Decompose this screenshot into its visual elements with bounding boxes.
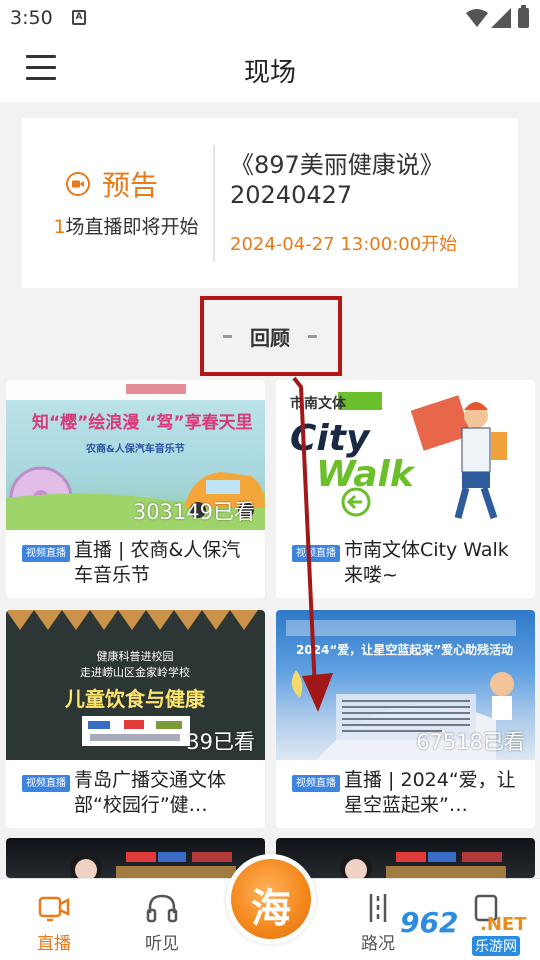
- replay-card[interactable]: 2024“爱，让星空蓝起来”爱心助残活动 67518已看 视频直播 直播 | 2…: [276, 610, 535, 828]
- divider: [213, 145, 215, 262]
- wifi-icon: [466, 9, 488, 27]
- thumbnail-art: [70, 852, 236, 878]
- view-count: 67518已看: [416, 730, 525, 754]
- thumb-walk: Walk: [316, 454, 416, 495]
- thumb-subhead: 农商&人保汽车音乐节: [85, 442, 185, 455]
- preview-program-title: 《897美丽健康说》20240427: [230, 151, 444, 209]
- status-time: 3:50: [10, 7, 53, 29]
- card-title: 直播 | 2024“爱，让星空蓝起来”…: [344, 769, 516, 816]
- card-title: 青岛广播交通文体部“校园行”健…: [74, 769, 227, 816]
- preview-count: 1: [53, 216, 66, 238]
- tab-live[interactable]: 直播: [14, 891, 94, 954]
- video-live-badge: 视频直播: [292, 545, 340, 562]
- page-title: 现场: [243, 58, 296, 88]
- replay-card-partial[interactable]: [276, 838, 535, 878]
- tab-label: 听见: [145, 934, 179, 954]
- video-live-badge: 视频直播: [22, 775, 70, 792]
- card-thumbnail: 2024“爱，让星空蓝起来”爱心助残活动 67518已看: [276, 610, 535, 760]
- preview-summary: 预告 1场直播即将开始: [22, 118, 214, 288]
- headphones-icon: [146, 894, 178, 923]
- app-header: 现场: [0, 36, 540, 102]
- notification-icon: A: [72, 10, 86, 25]
- thumb-headline: 2024“爱，让星空蓝起来”爱心助残活动: [296, 642, 513, 657]
- center-logo: 海: [251, 886, 291, 932]
- preview-start-time: 2024-04-27 13:00:00开始: [230, 234, 458, 255]
- thumb-line3: 儿童饮食与健康: [64, 687, 206, 711]
- battery-icon: [518, 5, 529, 28]
- thumb-line1: 健康科普进校园: [97, 649, 174, 663]
- watermark-number: 962: [400, 906, 459, 939]
- video-live-badge: 视频直播: [292, 775, 340, 792]
- card-thumbnail: [276, 838, 535, 878]
- tab-label: 直播: [37, 934, 71, 954]
- thumbnail-art: [340, 852, 506, 878]
- thumb-brand: 市南文体: [290, 395, 347, 412]
- video-camera-icon: [66, 172, 90, 196]
- preview-count-suffix: 场直播即将开始: [65, 216, 199, 238]
- card-thumbnail: 知“樱”绘浪漫 “驾”享春天里 农商&人保汽车音乐节 303149已看: [6, 380, 265, 530]
- thumb-line2: 走进崂山区金家岭学校: [80, 665, 190, 679]
- replay-card[interactable]: 市南文体 City Walk 视频直播 市南文体City Walk来喽~: [276, 380, 535, 598]
- card-thumbnail: 市南文体 City Walk: [276, 380, 535, 530]
- replay-card[interactable]: 知“樱”绘浪漫 “驾”享春天里 农商&人保汽车音乐节 303149已看 视频直播…: [6, 380, 265, 598]
- watermark-net: .NET: [480, 914, 527, 935]
- view-count: 303149已看: [132, 500, 255, 524]
- highlight-box: [200, 296, 342, 376]
- signal-icon: [491, 8, 511, 28]
- card-title: 市南文体City Walk来喽~: [344, 539, 509, 586]
- card-thumbnail: 健康科普进校园 走进崂山区金家岭学校 儿童饮食与健康 39已看: [6, 610, 265, 760]
- card-title: 直播 | 农商&人保汽车音乐节: [74, 539, 241, 586]
- card-thumbnail: [6, 838, 265, 878]
- tab-listen[interactable]: 听见: [122, 891, 202, 954]
- thumbnail-art: 市南文体 City Walk: [290, 392, 507, 520]
- replay-card[interactable]: 健康科普进校园 走进崂山区金家岭学校 儿童饮食与健康 39已看 视频直播 青岛广…: [6, 610, 265, 828]
- site-watermark: 962 .NET 乐游网: [398, 906, 532, 956]
- live-camera-icon: [38, 896, 70, 922]
- view-count: 39已看: [186, 730, 255, 754]
- status-bar: 3:50 A: [0, 0, 540, 36]
- preview-label: 预告: [102, 169, 159, 202]
- upcoming-live-card[interactable]: 预告 1场直播即将开始 《897美丽健康说》20240427 2024-04-2…: [22, 118, 518, 288]
- replay-card-partial[interactable]: [6, 838, 265, 878]
- preview-count-text: 1场直播即将开始: [38, 212, 214, 239]
- thumb-headline: 知“樱”绘浪漫 “驾”享春天里: [31, 412, 253, 433]
- video-live-badge: 视频直播: [22, 545, 70, 562]
- road-icon: [369, 894, 387, 922]
- watermark-sub: 乐游网: [472, 936, 520, 956]
- thumb-city: City: [290, 418, 371, 459]
- center-home-button[interactable]: 海: [226, 854, 316, 944]
